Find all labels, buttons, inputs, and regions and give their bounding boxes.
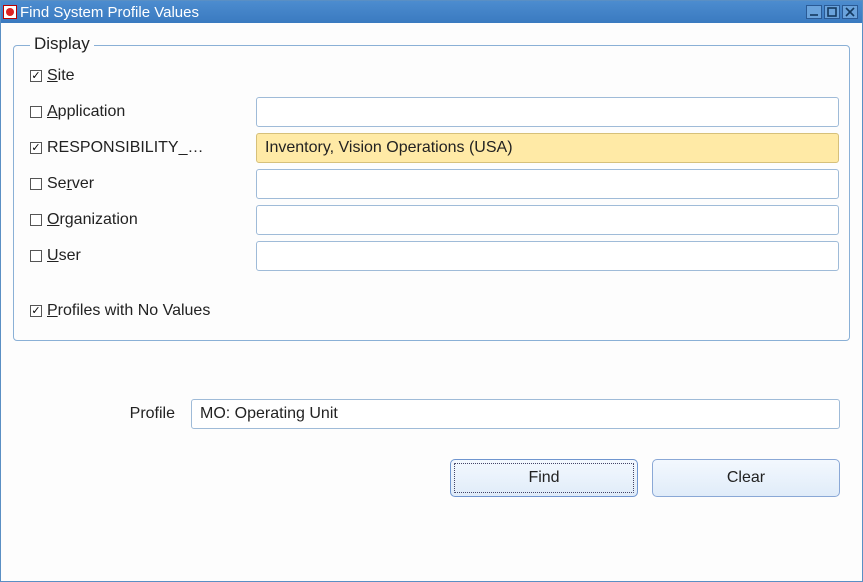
close-icon[interactable] [842, 5, 858, 19]
profiles-no-values-label: Profiles with No Values [47, 302, 210, 320]
server-label: Server [47, 175, 94, 193]
minimize-icon[interactable] [806, 5, 822, 19]
client-area: Display Site Application [1, 23, 862, 581]
site-label: Site [47, 67, 75, 85]
row-profiles-no-values: Profiles with No Values [26, 302, 839, 320]
oracle-app-icon [3, 5, 17, 19]
button-row: Find Clear [13, 459, 850, 497]
row-user: User [26, 238, 839, 274]
server-checkbox[interactable] [30, 178, 42, 190]
application-checkbox[interactable] [30, 106, 42, 118]
user-input[interactable] [256, 241, 839, 271]
maximize-icon[interactable] [824, 5, 840, 19]
application-input[interactable] [256, 97, 839, 127]
row-site: Site [26, 58, 839, 94]
clear-button[interactable]: Clear [652, 459, 840, 497]
titlebar: Find System Profile Values [1, 1, 862, 23]
application-label: Application [47, 103, 125, 121]
server-input[interactable] [256, 169, 839, 199]
profile-label: Profile [23, 405, 191, 423]
responsibility-checkbox[interactable] [30, 142, 42, 154]
responsibility-label: RESPONSIBILITY_… [47, 139, 204, 157]
row-responsibility: RESPONSIBILITY_… [26, 130, 839, 166]
row-server: Server [26, 166, 839, 202]
find-button[interactable]: Find [450, 459, 638, 497]
profile-input[interactable] [191, 399, 840, 429]
window-controls [806, 5, 858, 19]
window-title: Find System Profile Values [20, 4, 199, 21]
organization-input[interactable] [256, 205, 839, 235]
user-checkbox[interactable] [30, 250, 42, 262]
find-system-profile-values-window: Find System Profile Values Display Site [0, 0, 863, 582]
site-checkbox[interactable] [30, 70, 42, 82]
profiles-no-values-checkbox[interactable] [30, 305, 42, 317]
display-group: Display Site Application [13, 45, 850, 341]
display-legend: Display [30, 34, 94, 54]
user-label: User [47, 247, 81, 265]
profile-section: Profile [13, 399, 850, 429]
organization-checkbox[interactable] [30, 214, 42, 226]
responsibility-input[interactable] [256, 133, 839, 163]
row-organization: Organization [26, 202, 839, 238]
row-application: Application [26, 94, 839, 130]
organization-label: Organization [47, 211, 138, 229]
